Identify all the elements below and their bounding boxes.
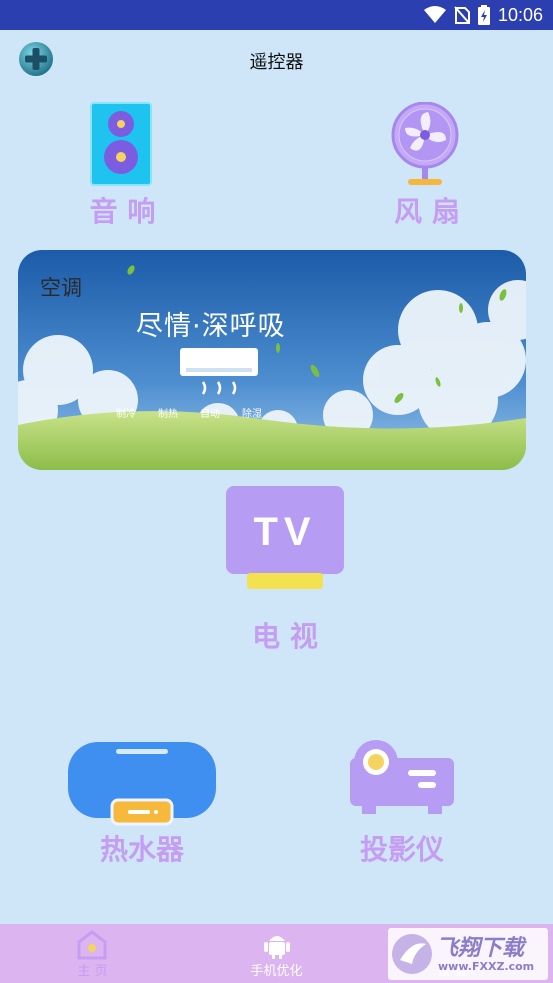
no-sim-icon	[454, 6, 470, 24]
page-title: 遥控器	[249, 52, 304, 73]
fan-tile[interactable]: 风 扇	[377, 100, 477, 230]
tv-label: 电 视	[252, 620, 318, 653]
fan-icon	[391, 102, 459, 185]
app-header: 遥控器	[0, 30, 553, 90]
ac-title: 空调	[40, 276, 82, 300]
projector-tile[interactable]: 投影仪	[342, 740, 462, 870]
water-heater-tile[interactable]: 热水器	[66, 740, 218, 870]
android-icon	[264, 936, 290, 959]
status-icons: 10:06	[423, 4, 543, 26]
ac-mode-dry: 除湿	[242, 409, 262, 420]
speaker-icon	[90, 102, 152, 186]
projector-icon	[350, 740, 454, 814]
ac-mode-cool: 制冷	[116, 409, 136, 420]
tv-screen-text: TV	[253, 510, 316, 554]
ac-mode-auto: 自动	[200, 409, 220, 420]
watermark-bird-icon	[392, 934, 432, 974]
projector-label: 投影仪	[359, 833, 444, 866]
nav-label-home: 主 页	[77, 964, 108, 979]
ac-slogan: 尽情·深呼吸	[136, 311, 286, 342]
tv-icon: TV	[226, 486, 344, 589]
fan-label: 风 扇	[394, 195, 460, 228]
watermark-url: www.FXXZ.com	[438, 960, 535, 973]
watermark-brand: 飞翔下载	[436, 936, 525, 961]
water-heater-label: 热水器	[99, 833, 184, 866]
speaker-tile[interactable]: 音 响	[75, 100, 170, 230]
status-bar: 10:06	[0, 0, 553, 30]
water-heater-icon	[68, 742, 216, 826]
ac-mode-list: 制冷 制热 自动 除湿	[116, 405, 262, 420]
ac-banner-background	[18, 250, 526, 470]
ac-mode-heat: 制热	[158, 409, 178, 420]
wifi-icon	[423, 6, 446, 23]
speaker-label: 音 响	[89, 195, 156, 228]
nav-item-home[interactable]: 主 页	[50, 924, 135, 983]
nav-label-optimize: 手机优化	[250, 964, 303, 979]
battery-charging-icon	[477, 5, 490, 25]
watermark-logo: 飞翔下载 www.FXXZ.com	[388, 928, 548, 980]
tv-tile[interactable]: TV 电 视	[215, 485, 355, 655]
bottom-nav: 主 页 手机优化 设 置 飞翔下载 www.FXXZ.com	[0, 924, 553, 983]
nav-item-optimize[interactable]: 手机优化	[234, 924, 319, 983]
status-time: 10:06	[497, 4, 543, 25]
home-icon	[77, 930, 107, 960]
ac-banner[interactable]: 空调 尽情·深呼吸 制冷 制热 自动 除湿	[18, 250, 526, 470]
